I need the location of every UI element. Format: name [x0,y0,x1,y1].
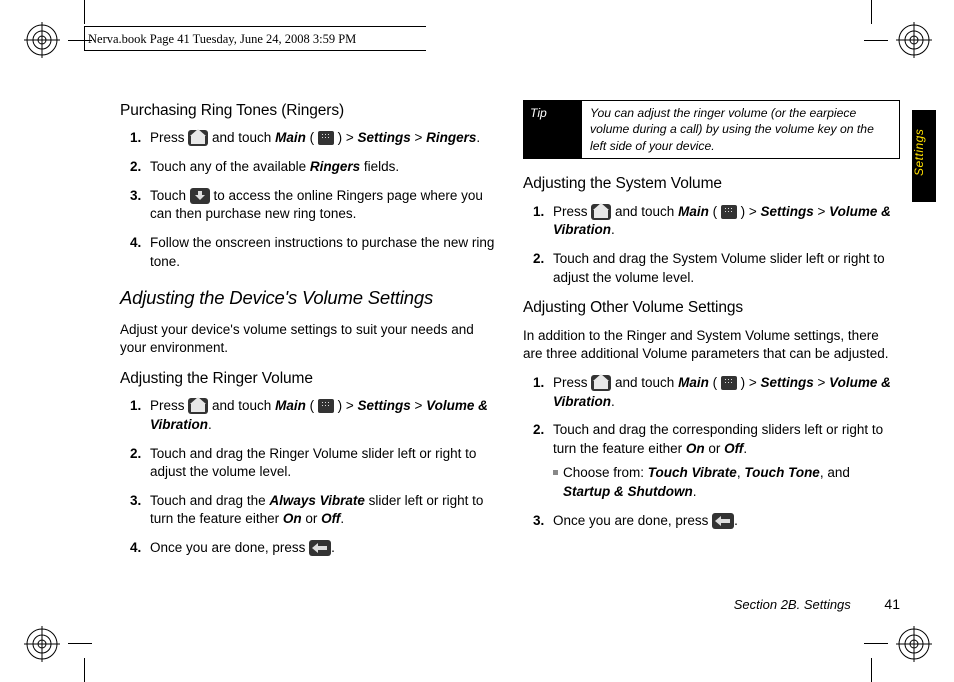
steps-ringer: Press and touch Main ( ) > Settings > Vo… [134,397,497,557]
step-3: Once you are done, press . [537,512,900,531]
step-2: Touch and drag the corresponding sliders… [537,421,900,458]
main-grid-icon [721,205,737,219]
cropmark [864,40,888,41]
step-2: Touch and drag the System Volume slider … [537,250,900,287]
registration-mark-tr [896,22,932,58]
main-grid-icon [721,376,737,390]
step-4: Follow the onscreen instructions to purc… [134,234,497,271]
step-1: Press and touch Main ( ) > Settings > Vo… [134,397,497,434]
intro-other: In addition to the Ringer and System Vol… [523,327,900,364]
side-tab-settings: Settings [912,110,936,202]
step-1: Press and touch Main ( ) > Settings > Vo… [537,374,900,411]
cropmark [84,0,85,24]
book-header-meta: Nerva.book Page 41 Tuesday, June 24, 200… [88,32,356,47]
heading-system-volume: Adjusting the System Volume [523,173,900,194]
page-footer: Section 2B. Settings 41 [734,595,900,614]
steps-system: Press and touch Main ( ) > Settings > Vo… [537,203,900,288]
back-icon [712,513,734,529]
home-icon [188,130,208,146]
step-3: Touch to access the online Ringers page … [134,187,497,224]
main-grid-icon [318,399,334,413]
heading-purchasing-ringers: Purchasing Ring Tones (Ringers) [120,100,497,121]
cropmark [871,658,872,682]
home-icon [591,204,611,220]
steps-other-cont: Once you are done, press . [537,512,900,531]
heading-adjust-device-volume: Adjusting the Device's Volume Settings [120,285,497,311]
download-icon [190,188,210,204]
main-grid-icon [318,131,334,145]
intro-adjust: Adjust your device's volume settings to … [120,321,497,358]
cropmark [871,0,872,24]
steps-purchasing: Press and touch Main ( ) > Settings > Ri… [134,129,497,271]
cropmark [68,643,92,644]
left-column: Purchasing Ring Tones (Ringers) Press an… [120,100,497,620]
home-icon [591,375,611,391]
steps-other: Press and touch Main ( ) > Settings > Vo… [537,374,900,459]
tip-text: You can adjust the ringer volume (or the… [582,101,899,158]
heading-ringer-volume: Adjusting the Ringer Volume [120,368,497,389]
book-header-text: Nerva.book Page 41 Tuesday, June 24, 200… [88,32,356,46]
page-content: Purchasing Ring Tones (Ringers) Press an… [120,100,900,620]
tip-box: Tip You can adjust the ringer volume (or… [523,100,900,159]
right-column: Tip You can adjust the ringer volume (or… [523,100,900,620]
home-icon [188,398,208,414]
step-1: Press and touch Main ( ) > Settings > Vo… [537,203,900,240]
step-4: Once you are done, press . [134,539,497,558]
sub-choose-from: Choose from: Touch Vibrate, Touch Tone, … [553,464,900,501]
registration-mark-br [896,626,932,662]
page-number: 41 [884,596,900,612]
cropmark [84,658,85,682]
footer-section: Section 2B. Settings [734,597,851,612]
step-3: Touch and drag the Always Vibrate slider… [134,492,497,529]
step-1: Press and touch Main ( ) > Settings > Ri… [134,129,497,148]
step-2: Touch and drag the Ringer Volume slider … [134,445,497,482]
heading-other-volume: Adjusting Other Volume Settings [523,297,900,318]
step-2: Touch any of the available Ringers field… [134,158,497,177]
tip-label: Tip [524,101,582,158]
registration-mark-bl [24,626,60,662]
back-icon [309,540,331,556]
registration-mark-tl [24,22,60,58]
bullet-icon [553,470,558,475]
cropmark [864,643,888,644]
